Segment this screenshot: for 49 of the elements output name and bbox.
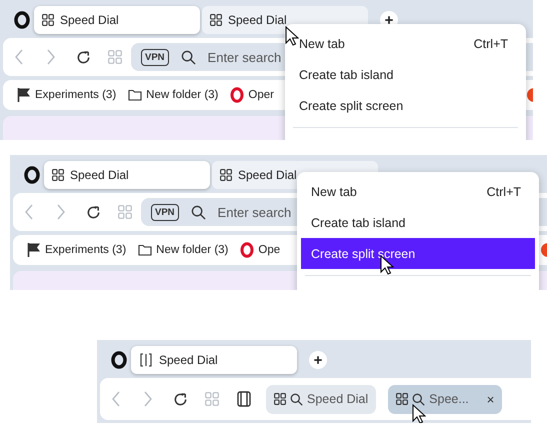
opera-logo-icon (230, 87, 244, 103)
menu-item[interactable]: Create split screen (301, 238, 535, 269)
menu-item[interactable]: Create tab island (289, 59, 522, 90)
opera-logo-icon (240, 242, 254, 258)
split-view-icon (139, 353, 153, 367)
reload-icon[interactable] (172, 392, 188, 406)
grid-icon (220, 169, 232, 181)
new-tab-button[interactable]: + (309, 351, 327, 369)
search-icon (180, 50, 196, 64)
grid-icon (52, 169, 64, 181)
flag-icon (27, 242, 41, 258)
browser-tab[interactable]: Speed Dial (131, 346, 297, 374)
search-icon (290, 392, 303, 406)
reload-icon[interactable] (76, 50, 90, 64)
bookmark-item[interactable]: Experiments (3) (27, 242, 126, 258)
close-button[interactable]: × (486, 392, 494, 406)
bookmark-icon[interactable] (526, 87, 533, 103)
search-icon (190, 204, 206, 220)
split-tab[interactable]: Spee... × (388, 384, 502, 414)
placeholder-text: Enter search (218, 204, 292, 220)
opera-logo-icon[interactable] (14, 11, 30, 29)
grid-icon (42, 14, 54, 26)
bookmark-item[interactable]: Oper (230, 87, 274, 103)
opera-logo-icon[interactable] (111, 351, 127, 369)
folder-icon (128, 89, 142, 101)
bookmark-item[interactable]: Experiments (3) (17, 87, 116, 103)
menu-item[interactable]: Create split screen (289, 90, 522, 121)
reload-icon[interactable] (86, 204, 100, 220)
menu-item[interactable]: Create tab island (301, 207, 535, 238)
browser-tab[interactable]: Speed Dial (34, 6, 200, 34)
opera-logo-icon[interactable] (24, 166, 40, 184)
flag-icon (17, 87, 31, 103)
split-tab[interactable]: Speed Dial (266, 384, 376, 414)
grid-icon (274, 393, 286, 405)
folder-icon (138, 244, 152, 256)
grid-icon (210, 14, 222, 26)
placeholder-text: Enter search (208, 50, 282, 64)
split-view-icon[interactable] (237, 391, 251, 407)
shortcut-text: Ctrl+T (486, 184, 521, 198)
shortcut-text: Ctrl+T (474, 36, 508, 50)
search-icon (412, 392, 426, 406)
vpn-badge[interactable]: VPN (151, 204, 179, 220)
vpn-badge[interactable]: VPN (141, 48, 169, 66)
grid-icon (396, 393, 408, 405)
bookmark-item[interactable]: New folder (3) (138, 244, 228, 256)
browser-tab[interactable]: Speed Dial (44, 161, 210, 189)
bookmark-icon[interactable] (540, 242, 547, 258)
bookmark-item[interactable]: New folder (3) (128, 89, 218, 101)
bookmark-item[interactable]: Ope (240, 242, 280, 258)
